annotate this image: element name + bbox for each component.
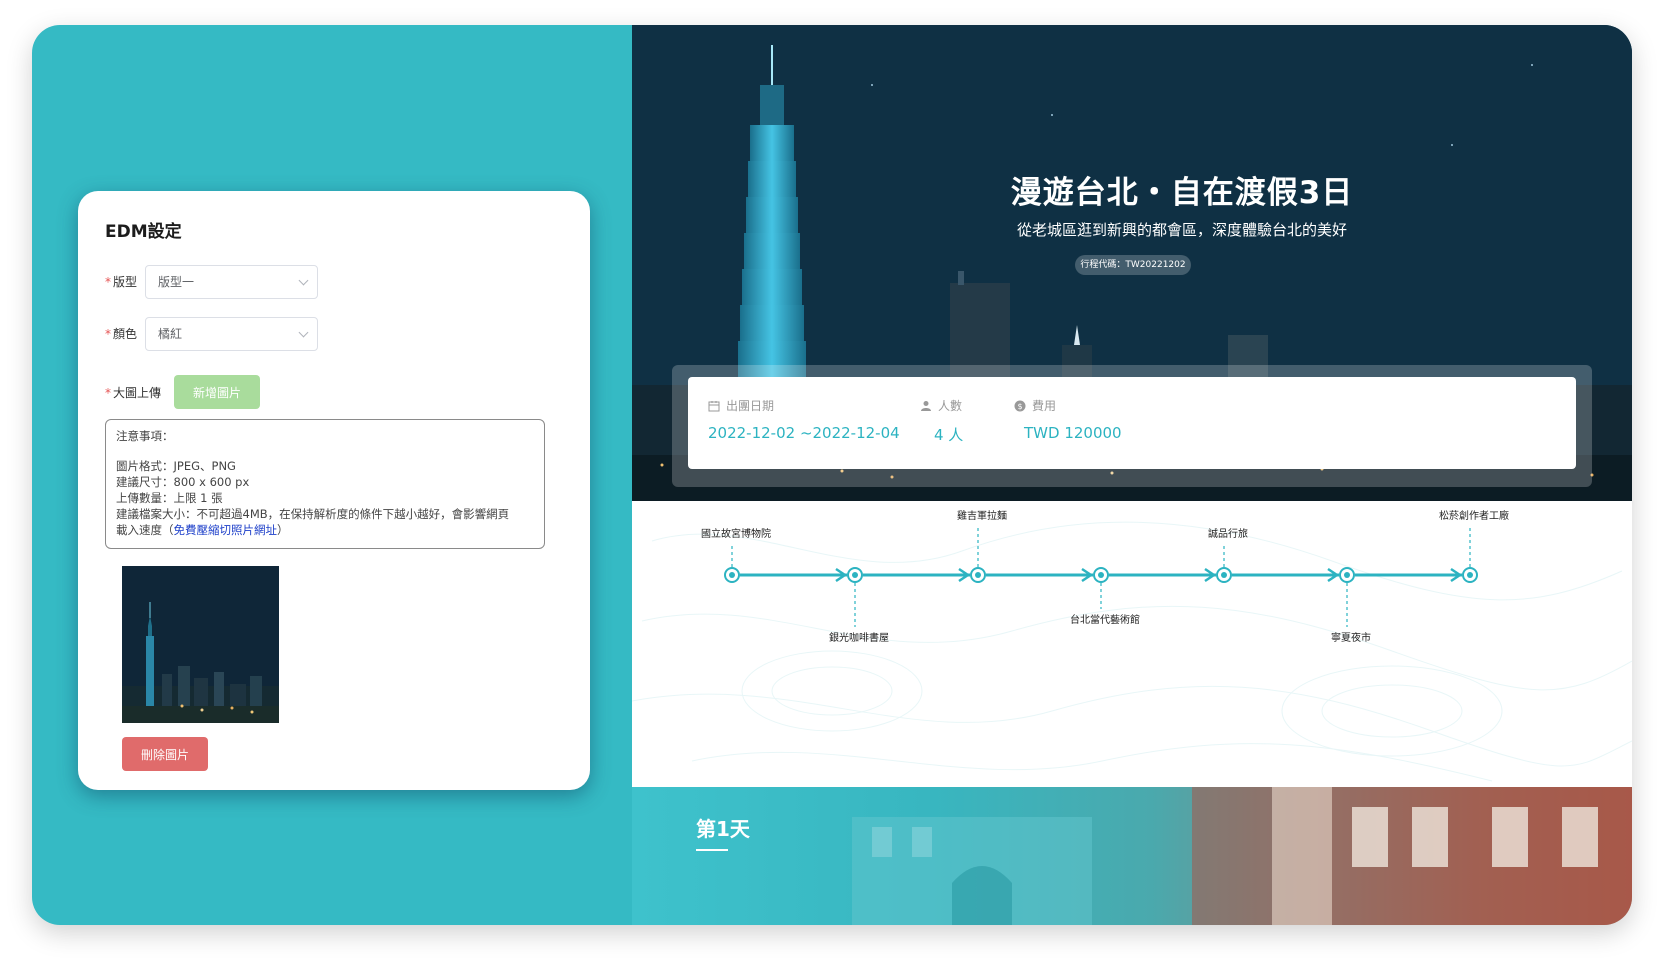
layout-select[interactable]: 版型一 bbox=[145, 265, 318, 299]
route-stop-dot bbox=[852, 572, 858, 578]
info-date: 出團日期 2022-12-02 ~2022-12-04 bbox=[708, 397, 900, 442]
compress-link[interactable]: 免費壓縮切照片網址 bbox=[174, 523, 278, 537]
route-stop-dot bbox=[1344, 572, 1350, 578]
notice-speed: 載入速度（免費壓縮切照片網址） bbox=[116, 523, 289, 537]
edm-title: 漫遊台北・自在渡假3日 bbox=[1010, 175, 1354, 211]
color-label: * 顏色 bbox=[105, 327, 138, 341]
route-stop-dot bbox=[729, 572, 735, 578]
route-stop-label: 寧夏夜市 bbox=[1331, 631, 1371, 644]
color-select[interactable]: 橘紅 bbox=[145, 317, 318, 351]
route-stop-label: 國立故宮博物院 bbox=[701, 527, 771, 540]
route-stop-label: 松菸創作者工廠 bbox=[1439, 509, 1509, 522]
route-stop-label: 誠品行旅 bbox=[1208, 527, 1248, 540]
add-image-button[interactable]: 新增圖片 bbox=[174, 375, 260, 409]
hero-section: 漫遊台北・自在渡假3日 從老城區逛到新興的都會區，深度體驗台北的美好 行程代碼：… bbox=[632, 25, 1632, 501]
route-timeline-graphic: 國立故宮博物院銀光咖啡書屋 雞吉軍拉麵台北當代藝術館 誠品行旅寧夏夜市 松菸創作者工廠 bbox=[632, 509, 1632, 782]
chevron-down-icon bbox=[298, 327, 309, 338]
route-stop-dot bbox=[1221, 572, 1227, 578]
upload-notice: 注意事項： 圖片格式：JPEG、PNG 建議尺寸：800 x 600 px 上傳… bbox=[105, 419, 545, 549]
calendar-icon bbox=[708, 400, 720, 411]
color-select-value: 橘紅 bbox=[158, 327, 183, 341]
card-title: EDM設定 bbox=[105, 222, 182, 242]
cost-value: TWD 120000 bbox=[1024, 424, 1122, 442]
required-mark: * bbox=[105, 386, 111, 400]
route-stop-dot bbox=[1467, 572, 1473, 578]
edm-subtitle: 從老城區逛到新興的都會區，深度體驗台北的美好 bbox=[1016, 221, 1347, 239]
notice-count: 上傳數量：上限 1 張 bbox=[116, 491, 223, 505]
notice-format: 圖片格式：JPEG、PNG bbox=[116, 459, 236, 473]
people-value: 4 人 bbox=[934, 426, 964, 444]
route-stop-dot bbox=[1098, 572, 1104, 578]
route-stop-label: 雞吉軍拉麵 bbox=[957, 509, 1007, 522]
required-mark: * bbox=[105, 275, 111, 289]
route-stop-label: 台北當代藝術館 bbox=[1070, 613, 1140, 626]
trip-info-card: 出團日期 2022-12-02 ~2022-12-04 人數 4 人 $ 費用 … bbox=[688, 377, 1576, 469]
day-title-underline bbox=[696, 849, 728, 851]
city-night-image bbox=[122, 566, 279, 723]
route-timeline: 國立故宮博物院銀光咖啡書屋 雞吉軍拉麵台北當代藝術館 誠品行旅寧夏夜市 松菸創作者工廠 bbox=[632, 501, 1632, 787]
trip-code-badge: 行程代碼：TW20221202 bbox=[1075, 255, 1191, 275]
upload-label: * 大圖上傳 bbox=[105, 386, 162, 400]
notice-size: 建議尺寸：800 x 600 px bbox=[116, 475, 250, 489]
info-people: 人數 4 人 bbox=[920, 397, 963, 445]
person-icon bbox=[921, 400, 931, 411]
layout-select-value: 版型一 bbox=[158, 275, 195, 289]
delete-image-button[interactable]: 刪除圖片 bbox=[122, 737, 208, 771]
app-frame: EDM設定 * 版型 版型一 * 顏色 橘紅 * 大圖上傳 新增圖片 注意事項： 圖片… bbox=[32, 25, 1632, 925]
edm-settings-card: EDM設定 * 版型 版型一 * 顏色 橘紅 * 大圖上傳 新增圖片 注意事項： 圖片… bbox=[78, 191, 590, 790]
people-label: 人數 bbox=[938, 399, 963, 413]
notice-filesize: 建議檔案大小：不可超過4MB，在保持解析度的條件下越小越好，會影響網頁 bbox=[116, 507, 510, 521]
info-cost: $ 費用 TWD 120000 bbox=[1014, 397, 1122, 442]
chevron-down-icon bbox=[298, 275, 309, 286]
building-image bbox=[852, 787, 1632, 925]
uploaded-image-thumbnail bbox=[122, 566, 279, 723]
date-label: 出團日期 bbox=[726, 399, 775, 413]
day-section: 第1天 bbox=[632, 787, 1632, 925]
cost-label: 費用 bbox=[1032, 399, 1057, 413]
edm-preview: 漫遊台北・自在渡假3日 從老城區逛到新興的都會區，深度體驗台北的美好 行程代碼：… bbox=[632, 25, 1632, 925]
notice-title: 注意事項： bbox=[116, 429, 174, 443]
dollar-icon: $ bbox=[1014, 400, 1026, 411]
layout-label: * 版型 bbox=[105, 275, 138, 289]
route-stop-dot bbox=[975, 572, 981, 578]
day-title: 第1天 bbox=[696, 817, 750, 841]
svg-text:$: $ bbox=[1017, 402, 1022, 411]
required-mark: * bbox=[105, 327, 111, 341]
date-value: 2022-12-02 ~2022-12-04 bbox=[708, 424, 900, 442]
route-stop-label: 銀光咖啡書屋 bbox=[829, 631, 889, 644]
